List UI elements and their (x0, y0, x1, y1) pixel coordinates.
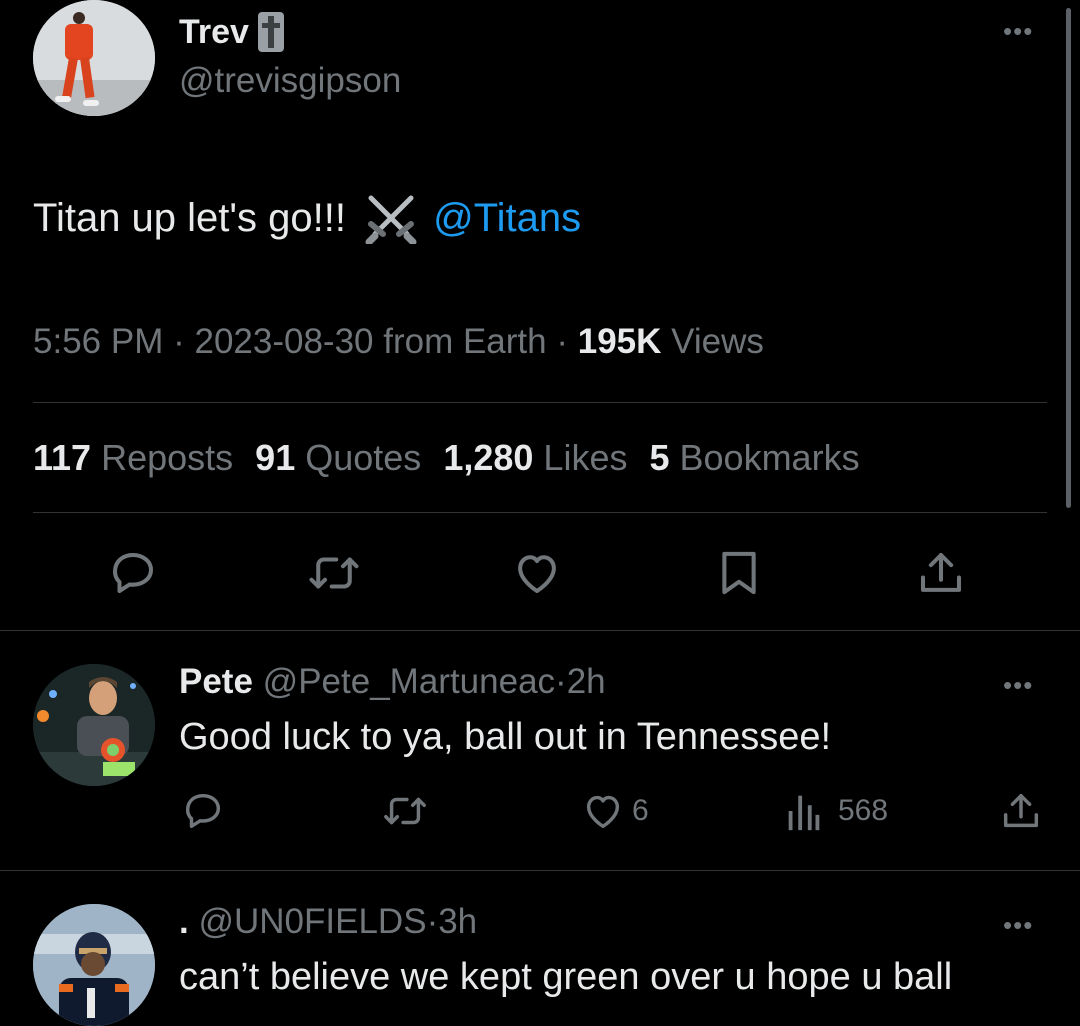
tweet-time[interactable]: 5:56 PM (33, 322, 163, 361)
author-avatar[interactable] (33, 0, 155, 116)
reply-avatar[interactable] (33, 904, 155, 1026)
tweet-meta: 5:56 PM · 2023-08-30 from Earth · 195K V… (33, 322, 764, 362)
reply-like-count: 6 (632, 794, 649, 827)
divider (0, 630, 1080, 631)
reply-age[interactable]: 3h (438, 902, 477, 941)
author-name-row: Trev (179, 10, 287, 54)
meta-separator: · (556, 322, 569, 361)
reply-author-handle[interactable]: @UN0FIELDS (198, 902, 426, 941)
bookmarks-count: 5 (649, 437, 670, 478)
reply-author-name[interactable]: . (179, 902, 189, 941)
like-icon[interactable] (510, 546, 564, 600)
bookmark-icon[interactable] (712, 546, 766, 600)
reply-age[interactable]: 2h (567, 662, 606, 701)
reply-views-count: 568 (838, 794, 889, 827)
quotes-stat[interactable]: 91 Quotes (255, 437, 421, 478)
divider (33, 512, 1047, 513)
divider (0, 870, 1080, 871)
cross-badge-icon (255, 10, 287, 54)
reply-views-button[interactable]: 568 (784, 788, 888, 834)
views-chart-icon (784, 788, 824, 834)
tweet-body-text: Titan up let's go!!! (33, 195, 358, 240)
meta-separator: · (426, 902, 439, 941)
tweet-date[interactable]: 2023-08-30 from Earth (194, 322, 546, 361)
heart-icon (580, 788, 626, 834)
divider (33, 402, 1047, 403)
reply-text: can’t believe we kept green over u hope … (179, 956, 953, 998)
reply-header: Pete @Pete_Martuneac·2h (179, 662, 606, 702)
repost-icon[interactable] (304, 546, 364, 600)
scrollbar-thumb[interactable] (1066, 8, 1071, 508)
reply-more-icon[interactable]: ••• (1003, 912, 1033, 938)
quotes-label: Quotes (305, 437, 422, 478)
reply-header: . @UN0FIELDS·3h (179, 902, 477, 942)
crossed-swords-icon (363, 192, 419, 244)
reposts-count: 117 (33, 437, 92, 478)
meta-separator: · (173, 322, 185, 361)
reposts-label: Reposts (101, 437, 234, 478)
author-name[interactable]: Trev (179, 13, 249, 52)
author-handle[interactable]: @trevisgipson (179, 61, 401, 101)
tweet-more-icon[interactable]: ••• (1003, 18, 1033, 44)
reply-avatar[interactable] (33, 664, 155, 786)
tweet-text: Titan up let's go!!! @Titans (33, 190, 581, 246)
meta-separator: · (555, 662, 567, 701)
reply-author-name[interactable]: Pete (179, 662, 253, 701)
reply-author-handle[interactable]: @Pete_Martuneac (263, 662, 555, 701)
reply-repost-icon[interactable] (380, 788, 430, 834)
reply-text: Good luck to ya, ball out in Tennessee! (179, 716, 832, 758)
reply-like-button[interactable]: 6 (580, 788, 649, 834)
bookmarks-stat[interactable]: 5 Bookmarks (649, 437, 859, 478)
likes-stat[interactable]: 1,280 Likes (443, 437, 627, 478)
views-label: Views (671, 322, 764, 361)
reposts-stat[interactable]: 117 Reposts (33, 437, 233, 478)
engagement-stats: 117 Reposts 91 Quotes 1,280 Likes 5 Bookmar… (33, 437, 882, 479)
quotes-count: 91 (255, 437, 296, 478)
reply-reply-icon[interactable] (180, 788, 226, 834)
bookmarks-label: Bookmarks (679, 437, 860, 478)
views-count: 195K (577, 322, 662, 361)
reply-icon[interactable] (106, 546, 160, 600)
likes-label: Likes (543, 437, 628, 478)
reply-share-icon[interactable] (998, 788, 1044, 834)
likes-count: 1,280 (443, 437, 534, 478)
titans-mention-link[interactable]: @Titans (433, 196, 581, 241)
share-icon[interactable] (914, 546, 968, 600)
reply-more-icon[interactable]: ••• (1003, 672, 1033, 698)
